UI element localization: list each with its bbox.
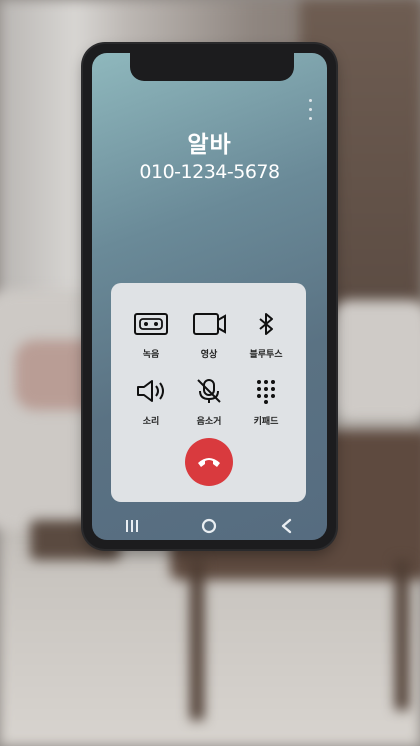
back-icon[interactable] <box>275 516 299 536</box>
record-label: 녹음 <box>142 350 160 360</box>
keypad-label: 키패드 <box>253 417 279 427</box>
bluetooth-icon <box>259 313 273 335</box>
table-leg <box>395 560 409 710</box>
speaker-label: 소리 <box>142 417 160 427</box>
side-chair <box>330 300 420 420</box>
table-leg <box>190 560 204 720</box>
navigation-bar <box>92 510 327 540</box>
keypad-button[interactable]: 키패드 <box>238 378 294 438</box>
record-icon <box>134 313 168 335</box>
recent-apps-icon[interactable] <box>120 516 144 536</box>
video-button[interactable]: 영상 <box>181 311 237 371</box>
mute-label: 음소거 <box>196 417 222 427</box>
phone: 알바 010-1234-5678 녹음 영상 블루투스 소리 음소거 키패드 <box>83 44 336 549</box>
call-screen: 알바 010-1234-5678 녹음 영상 블루투스 소리 음소거 키패드 <box>92 53 327 540</box>
mute-button[interactable]: 음소거 <box>181 378 237 438</box>
end-call-button[interactable] <box>185 438 233 486</box>
home-icon[interactable] <box>197 516 221 536</box>
caller-name: 알바 <box>187 132 232 158</box>
bluetooth-label: 블루투스 <box>249 350 283 360</box>
hang-up-phone-icon <box>198 458 220 467</box>
call-controls-panel: 녹음 영상 블루투스 소리 음소거 키패드 <box>111 283 306 502</box>
speaker-button[interactable]: 소리 <box>123 378 179 438</box>
speaker-icon <box>137 380 164 402</box>
video-label: 영상 <box>200 350 218 360</box>
caller-number: 010-1234-5678 <box>139 161 280 183</box>
mute-icon <box>197 379 221 403</box>
bluetooth-button[interactable]: 블루투스 <box>238 311 294 371</box>
video-icon <box>193 313 226 335</box>
keypad-icon <box>257 380 275 404</box>
record-button[interactable]: 녹음 <box>123 311 179 371</box>
phone-notch <box>130 53 294 81</box>
